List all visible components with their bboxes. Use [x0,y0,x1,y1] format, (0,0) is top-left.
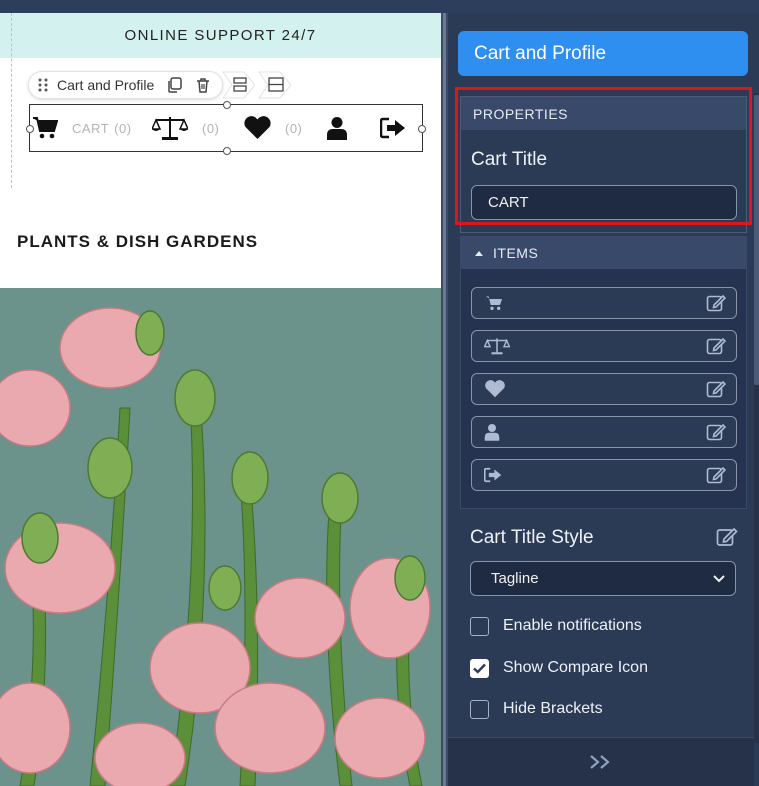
cart-item[interactable]: CART (0) [32,115,132,141]
delete-icon[interactable] [194,76,212,94]
profile-item[interactable] [326,115,348,141]
online-support-bar: ONLINE SUPPORT 24/7 [0,13,441,58]
checkbox-label: Show Compare Icon [503,659,648,676]
show-compare-icon-checkbox[interactable]: Show Compare Icon [470,657,648,679]
hide-brackets-checkbox[interactable]: Hide Brackets [470,698,603,720]
expand-panel-button[interactable] [448,737,754,786]
online-support-text: ONLINE SUPPORT 24/7 [124,27,317,44]
cart-title-label: Cart Title [471,149,548,170]
compare-scale-icon [152,117,188,140]
cart-icon [486,296,502,310]
cart-label: CART [72,120,110,136]
item-wishlist[interactable] [471,373,737,405]
properties-header: PROPERTIES [461,97,746,130]
collapse-caret-icon [475,250,483,256]
compare-count: (0) [202,120,220,136]
item-logout[interactable] [471,459,737,491]
cart-profile-widget[interactable]: CART (0) (0) (0) [26,101,426,155]
checkbox-label: Hide Brackets [503,700,603,717]
items-label: ITEMS [493,245,539,261]
user-icon [327,117,347,140]
duplicate-icon[interactable] [166,76,184,94]
panel-title: Cart and Profile [474,42,607,64]
properties-section: PROPERTIES Cart Title [460,96,747,233]
cart-title-input[interactable] [471,185,737,220]
cart-row: CART (0) (0) (0) [30,105,422,151]
item-profile[interactable] [471,416,737,448]
double-chevron-right-icon [590,755,610,769]
items-header[interactable]: ITEMS [461,237,746,269]
dashed-guide-line [11,13,12,188]
enable-notifications-checkbox[interactable]: Enable notifications [470,615,642,637]
column-layout-button[interactable] [258,71,292,99]
properties-label: PROPERTIES [473,105,568,122]
row-layout-button[interactable] [222,71,256,99]
compare-item[interactable]: (0) [152,115,219,141]
checkbox-box[interactable] [470,699,489,719]
checkbox-box[interactable] [470,658,489,678]
wishlist-item[interactable]: (0) [243,115,302,141]
section-heading: PLANTS & DISH GARDENS [17,232,259,251]
edit-icon[interactable] [706,465,726,485]
edit-icon[interactable] [706,293,726,313]
flowers-image [0,288,441,786]
user-icon [484,424,500,441]
edit-icon[interactable] [706,422,726,442]
cart-icon [33,117,58,139]
cart-count: (0) [114,120,132,136]
panel-header: Cart and Profile [458,31,748,76]
item-cart[interactable] [471,287,737,319]
edit-icon[interactable] [716,526,738,548]
logout-item[interactable] [380,115,406,141]
checkbox-box[interactable] [470,616,489,636]
item-compare[interactable] [471,330,737,362]
widget-toolbar: Cart and Profile [28,71,224,99]
cart-title-style-label: Cart Title Style [470,527,594,548]
heart-icon [485,380,505,398]
sign-out-icon [380,117,405,139]
top-strip [0,0,759,13]
checkmark-icon [473,663,486,674]
sign-out-icon [484,467,502,483]
drag-handle-icon[interactable] [37,78,49,92]
chevron-down-icon [713,574,725,582]
page-canvas: ONLINE SUPPORT 24/7 Cart and Profile CAR… [0,13,441,786]
cart-title-style-select[interactable]: Tagline [470,561,736,596]
scrollbar-thumb[interactable] [754,95,759,385]
compare-scale-icon [484,338,510,355]
wishlist-count: (0) [285,120,303,136]
heart-icon [244,116,271,139]
panel-divider-line [443,13,446,786]
widget-toolbar-title: Cart and Profile [57,77,155,93]
edit-icon[interactable] [706,336,726,356]
checkbox-label: Enable notifications [503,617,642,634]
cart-title-style-value: Tagline [491,570,539,587]
settings-panel: Cart and Profile PROPERTIES Cart Title I… [448,13,759,786]
items-section: ITEMS [460,236,747,509]
edit-icon[interactable] [706,379,726,399]
